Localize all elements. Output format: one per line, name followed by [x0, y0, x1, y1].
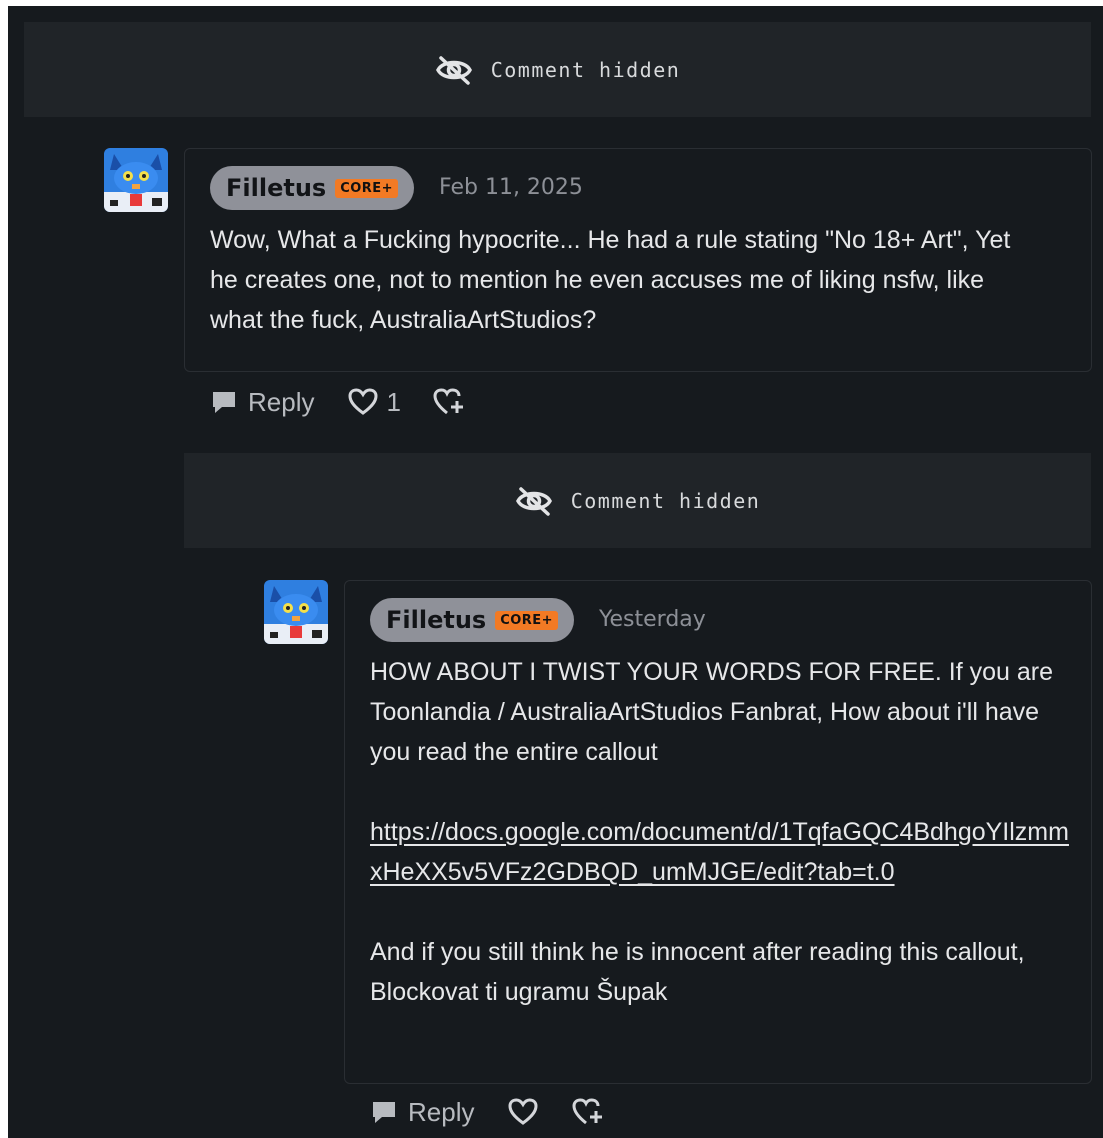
- comment-body: Wow, What a Fucking hypocrite... He had …: [210, 220, 1040, 340]
- hidden-comment-bar[interactable]: Comment hidden: [184, 453, 1091, 548]
- core-badge: CORE+: [335, 178, 399, 198]
- speech-bubble-icon[interactable]: [370, 1098, 398, 1126]
- hidden-comment-label: Comment hidden: [570, 488, 761, 513]
- comment-text: And if you still think he is innocent af…: [370, 938, 1025, 1006]
- heart-gift-icon[interactable]: [433, 387, 465, 417]
- heart-icon[interactable]: [508, 1098, 538, 1126]
- comment-text: Wow, What a Fucking hypocrite... He had …: [210, 226, 1011, 334]
- comment-card: Filletus CORE+ Feb 11, 2025 Wow, What a …: [184, 148, 1092, 372]
- eye-slash-icon: [515, 486, 553, 516]
- reply-button[interactable]: Reply: [408, 1097, 474, 1128]
- avatar[interactable]: [104, 148, 168, 212]
- comment-text: HOW ABOUT I TWIST YOUR WORDS FOR FREE. I…: [370, 658, 1053, 766]
- heart-icon[interactable]: [348, 388, 378, 416]
- comment-date: Yesterday: [599, 607, 706, 632]
- comment-actions: Reply 1: [210, 382, 465, 422]
- heart-gift-icon[interactable]: [572, 1097, 604, 1127]
- comment-body: HOW ABOUT I TWIST YOUR WORDS FOR FREE. I…: [370, 652, 1070, 1012]
- callout-link[interactable]: https://docs.google.com/document/d/1Tqfa…: [370, 818, 1069, 886]
- comment-date: Feb 11, 2025: [439, 175, 583, 200]
- comment-actions: Reply: [370, 1092, 604, 1132]
- comment-card: Filletus CORE+ Yesterday HOW ABOUT I TWI…: [344, 580, 1092, 1084]
- reply-button[interactable]: Reply: [248, 387, 314, 418]
- username[interactable]: Filletus: [226, 174, 326, 202]
- speech-bubble-icon[interactable]: [210, 388, 238, 416]
- eye-slash-icon: [435, 55, 473, 85]
- username[interactable]: Filletus: [386, 606, 486, 634]
- username-pill[interactable]: Filletus CORE+: [210, 166, 415, 210]
- hidden-comment-bar[interactable]: Comment hidden: [24, 22, 1091, 117]
- core-badge: CORE+: [495, 610, 559, 630]
- hidden-comment-label: Comment hidden: [490, 57, 681, 82]
- avatar[interactable]: [264, 580, 328, 644]
- comments-panel: Comment hidden Filletus CORE+ Feb 11, 20…: [8, 6, 1103, 1138]
- username-pill[interactable]: Filletus CORE+: [370, 598, 575, 642]
- like-count: 1: [386, 386, 401, 417]
